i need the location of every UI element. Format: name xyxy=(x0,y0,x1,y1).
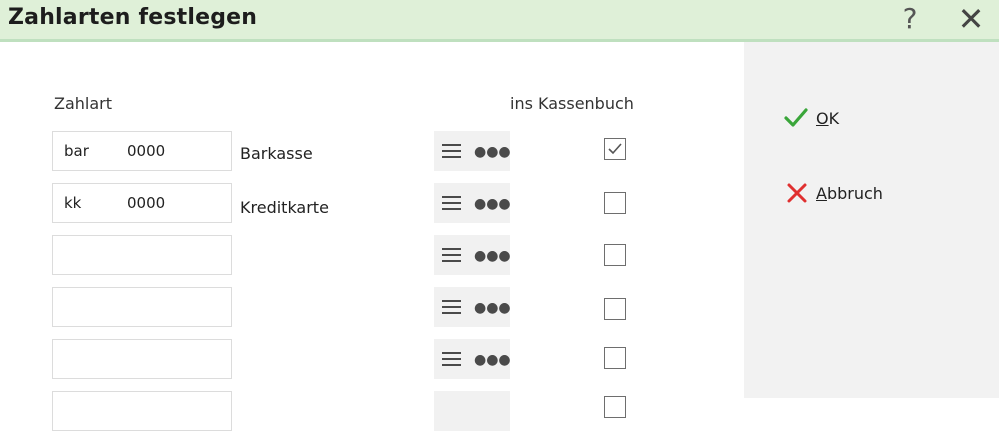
kassenbuch-checkbox[interactable] xyxy=(604,138,626,160)
kassenbuch-checkbox[interactable] xyxy=(604,298,626,320)
zahlart-field[interactable] xyxy=(52,235,232,275)
x-icon xyxy=(787,183,807,203)
more-dots-icon[interactable]: ●●● xyxy=(474,351,511,369)
zahlart-description: Kreditkarte xyxy=(240,198,329,217)
row-action-box: ●●● xyxy=(434,131,511,171)
column-header-zahlart: Zahlart xyxy=(54,94,113,113)
cancel-label: Abbruch xyxy=(816,183,883,203)
kassenbuch-checkbox[interactable] xyxy=(604,192,626,214)
row-action-box: ●●● xyxy=(434,235,511,275)
more-dots-icon[interactable]: ●●● xyxy=(474,299,511,317)
help-icon[interactable]: ? xyxy=(898,3,922,35)
zahlart-field[interactable] xyxy=(52,339,232,379)
ok-label: OK xyxy=(816,108,840,128)
zahlart-field[interactable] xyxy=(52,391,232,431)
zahlart-code: bar xyxy=(64,142,89,160)
check-icon xyxy=(784,108,808,127)
more-dots-icon[interactable]: ●●● xyxy=(474,195,511,213)
more-dots-icon[interactable]: ●●● xyxy=(474,143,511,161)
list-icon[interactable] xyxy=(442,352,461,366)
zahlart-description: Barkasse xyxy=(240,144,313,163)
list-icon[interactable] xyxy=(442,300,461,314)
row-action-box: ●●● xyxy=(434,287,511,327)
cancel-button[interactable]: Abbruch xyxy=(786,182,883,204)
kassenbuch-checkbox[interactable] xyxy=(604,396,626,418)
zahlart-field[interactable]: bar 0000 xyxy=(52,131,232,171)
row-action-box: ●●● xyxy=(434,183,511,223)
zahlart-number: 0000 xyxy=(127,194,166,212)
zahlart-field[interactable]: kk 0000 xyxy=(52,183,232,223)
column-header-kassenbuch: ins Kassenbuch xyxy=(510,94,634,113)
zahlart-field[interactable] xyxy=(52,287,232,327)
action-panel: OK Abbruch xyxy=(744,42,999,398)
kassenbuch-checkbox[interactable] xyxy=(604,347,626,369)
list-icon[interactable] xyxy=(442,248,461,262)
more-dots-icon[interactable]: ●●● xyxy=(474,247,511,265)
row-action-box: ●●● xyxy=(434,339,511,379)
kassenbuch-checkbox[interactable] xyxy=(604,244,626,266)
close-icon[interactable]: ✕ xyxy=(956,2,986,36)
list-icon[interactable] xyxy=(442,196,461,210)
dialog-title: Zahlarten festlegen xyxy=(8,5,258,30)
row-action-box xyxy=(434,391,510,431)
ok-button[interactable]: OK xyxy=(784,108,839,128)
list-icon[interactable] xyxy=(442,144,461,158)
zahlart-code: kk xyxy=(64,194,82,212)
checkmark-icon xyxy=(608,143,622,155)
title-bar: Zahlarten festlegen ? ✕ xyxy=(0,0,999,42)
zahlart-number: 0000 xyxy=(127,142,166,160)
